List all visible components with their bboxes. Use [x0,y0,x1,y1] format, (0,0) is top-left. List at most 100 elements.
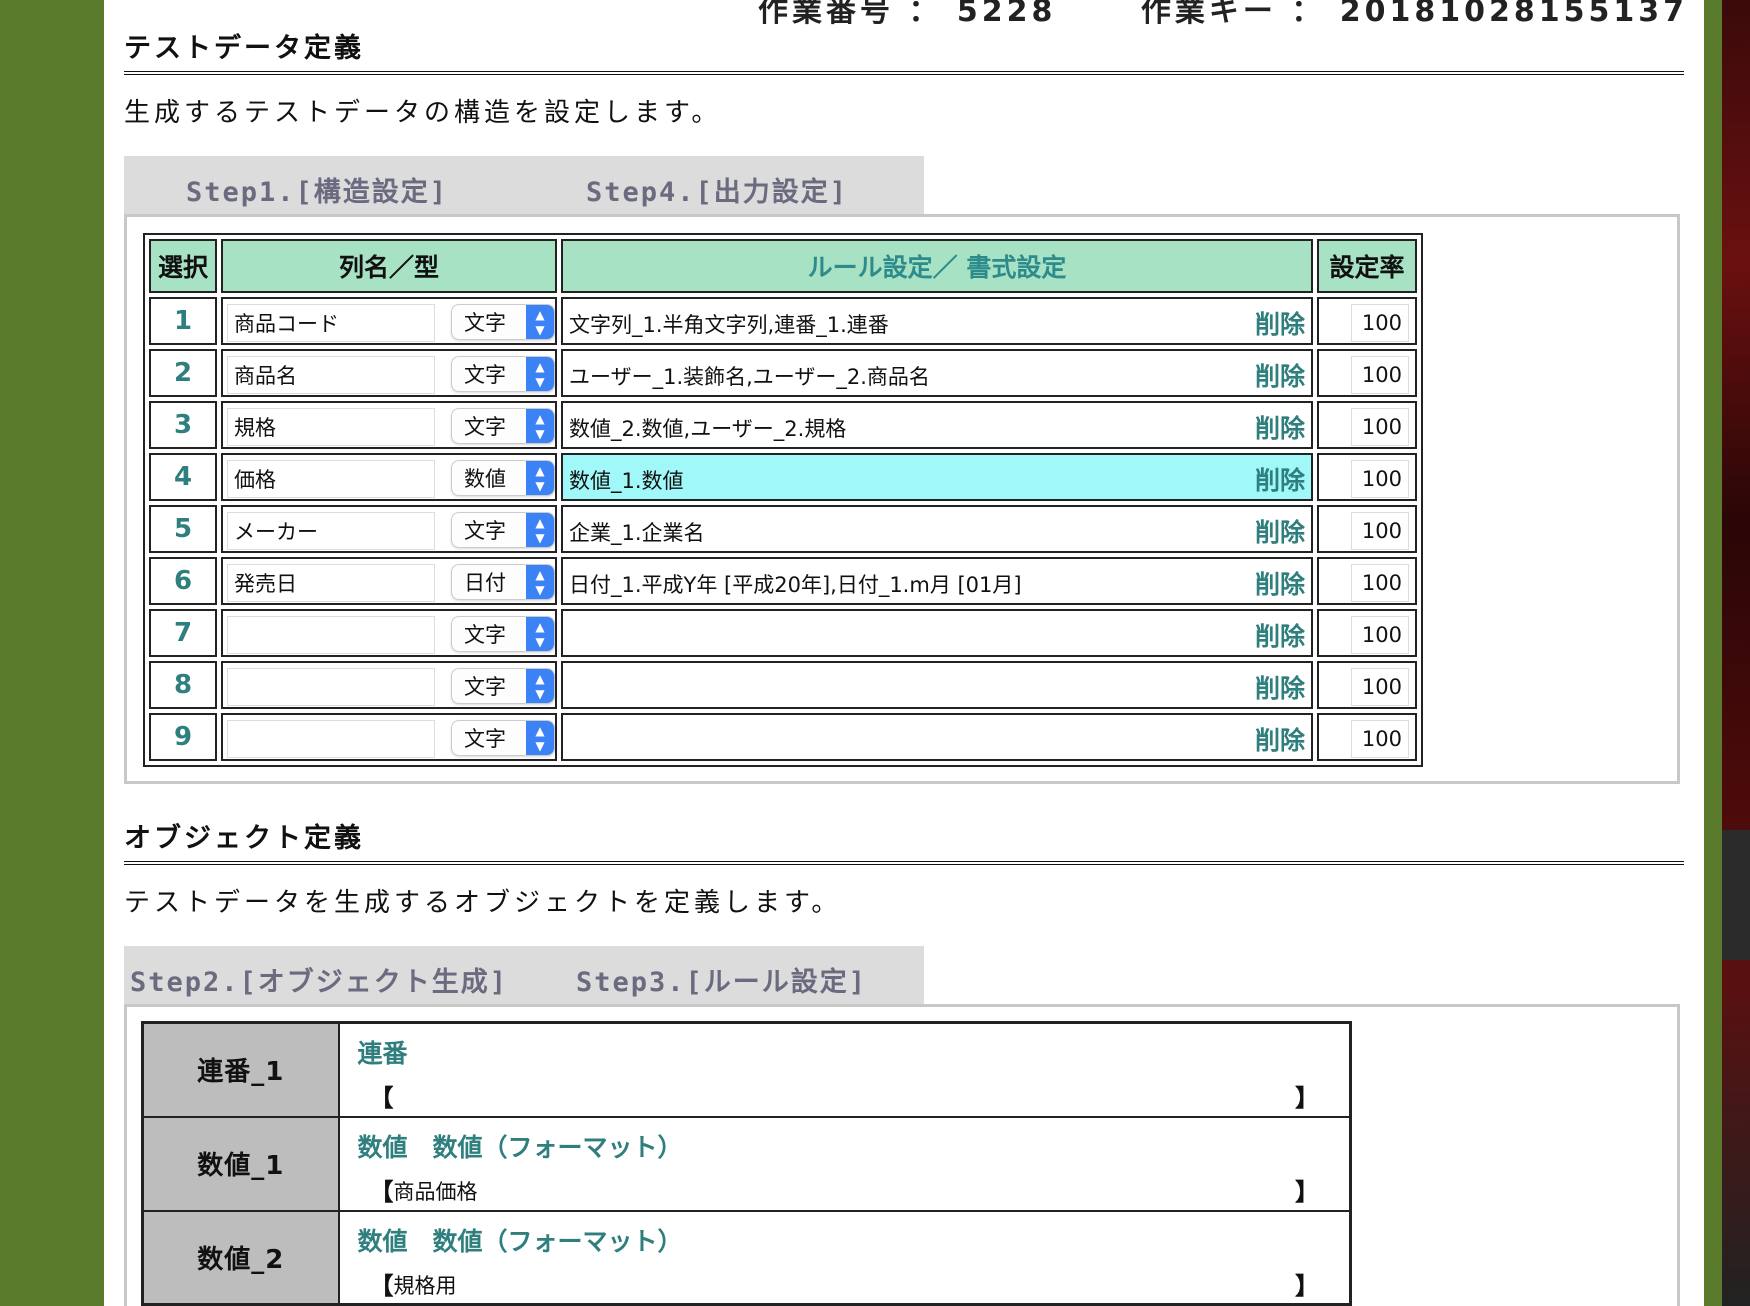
objects-section-description: テストデータを生成するオブジェクトを定義します。 [124,888,842,918]
row-rule-cell[interactable]: 削除 [561,661,1313,709]
column-type-select[interactable]: 数値 ▲ ▼ [451,460,555,496]
delete-button[interactable]: 削除 [1255,565,1305,601]
column-type-select[interactable]: 文字 ▲ ▼ [451,668,555,704]
row-rate-cell [1317,609,1417,657]
delete-button[interactable]: 削除 [1255,305,1305,341]
column-name-input[interactable] [227,616,435,654]
object-definition-cell: 連番 【 】 [337,1021,1352,1118]
row-name-type-cell: 文字 ▲▼ [221,349,557,397]
column-type-select[interactable]: 文字 ▲ ▼ [451,512,555,548]
bracket-open: 【 [369,1271,394,1300]
column-name-input[interactable] [227,720,435,758]
column-type-select[interactable]: 文字 ▲ ▼ [451,616,555,652]
tab-step1-structure[interactable]: Step1.[構造設定] [186,170,448,209]
delete-button[interactable]: 削除 [1255,721,1305,757]
column-type-select[interactable]: 文字 ▲ ▼ [451,408,555,444]
rate-input[interactable] [1351,668,1409,706]
rule-text: 日付_1.平成Y年 [平成20年],日付_1.m月 [01月] [569,573,1022,597]
column-name-input[interactable] [227,564,435,602]
object-row: 連番_1 連番 【 】 [141,1021,1352,1118]
column-type-value: 数値 [464,467,506,491]
object-name: 数値_2 [141,1209,340,1306]
row-name-type-cell: 文字 ▲▼ [221,609,557,657]
row-rule-cell[interactable]: 日付_1.平成Y年 [平成20年],日付_1.m月 [01月] 削除 [561,557,1313,605]
row-number[interactable]: 8 [149,661,217,709]
row-number[interactable]: 4 [149,453,217,501]
row-rule-cell[interactable]: 企業_1.企業名 削除 [561,505,1313,553]
rate-input[interactable] [1351,356,1409,394]
row-rule-cell[interactable]: 文字列_1.半角文字列,連番_1.連番 削除 [561,297,1313,345]
table-row: 1 文字 ▲▼ 文字列_1.半角文字列,連番_1.連番 削除 [149,297,1417,345]
row-rate-cell [1317,661,1417,709]
objects-panel: 連番_1 連番 【 】 数値_1 数値 数値（フォーマット） 【 商品価格 】 … [124,1004,1680,1306]
tab-step4-output[interactable]: Step4.[出力設定] [586,170,848,209]
row-rule-cell[interactable]: 数値_1.数値 削除 [561,453,1313,501]
object-definition-cell: 数値 数値（フォーマット） 【 規格用 】 [337,1209,1352,1306]
column-header-rule: ルール設定／ 書式設定 [561,239,1313,293]
table-row: 5 文字 ▲▼ 企業_1.企業名 削除 [149,505,1417,553]
row-rule-cell[interactable]: 数値_2.数値,ユーザー_2.規格 削除 [561,401,1313,449]
tab-step2-object-create[interactable]: Step2.[オブジェクト生成] [130,960,508,999]
object-type-link[interactable]: 数値 数値（フォーマット） [358,1128,683,1164]
column-type-select[interactable]: 文字 ▲ ▼ [451,356,555,392]
row-rule-cell[interactable]: ユーザー_1.装飾名,ユーザー_2.商品名 削除 [561,349,1313,397]
object-type-link[interactable]: 数値 数値（フォーマット） [358,1222,683,1258]
column-name-input[interactable] [227,356,435,394]
rate-input[interactable] [1351,512,1409,550]
column-header-rate: 設定率 [1317,239,1417,293]
job-key: 作業キー ： 20181028155137 [1140,0,1688,29]
chevron-updown-icon: ▲ ▼ [526,513,554,547]
row-name-type-cell: 文字 ▲▼ [221,713,557,761]
column-type-select[interactable]: 文字 ▲ ▼ [451,720,555,756]
column-type-select[interactable]: 文字 ▲ ▼ [451,304,555,340]
row-rate-cell [1317,557,1417,605]
chevron-updown-icon: ▲ ▼ [526,669,554,703]
chevron-updown-icon: ▲ ▼ [526,721,554,755]
row-number[interactable]: 9 [149,713,217,761]
delete-button[interactable]: 削除 [1255,357,1305,393]
rate-input[interactable] [1351,304,1409,342]
row-number[interactable]: 6 [149,557,217,605]
row-number[interactable]: 5 [149,505,217,553]
column-type-value: 日付 [464,571,506,595]
object-type-link[interactable]: 連番 [358,1034,408,1070]
rate-input[interactable] [1351,460,1409,498]
tab-step3-rule-settings[interactable]: Step3.[ルール設定] [576,960,867,999]
column-type-value: 文字 [464,519,506,543]
column-name-input[interactable] [227,460,435,498]
row-number[interactable]: 2 [149,349,217,397]
delete-button[interactable]: 削除 [1255,669,1305,705]
delete-button[interactable]: 削除 [1255,409,1305,445]
delete-button[interactable]: 削除 [1255,461,1305,497]
column-name-input[interactable] [227,512,435,550]
table-header-row: 選択 列名／型 ルール設定／ 書式設定 設定率 [149,239,1417,293]
column-name-input[interactable] [227,408,435,446]
row-rate-cell [1317,401,1417,449]
row-number[interactable]: 3 [149,401,217,449]
column-type-select[interactable]: 日付 ▲ ▼ [451,564,555,600]
chevron-updown-icon: ▲ ▼ [526,617,554,651]
delete-button[interactable]: 削除 [1255,617,1305,653]
row-name-type-cell: 文字 ▲▼ [221,297,557,345]
column-type-value: 文字 [464,363,506,387]
row-rate-cell [1317,349,1417,397]
table-row: 6 日付 ▲▼ 日付_1.平成Y年 [平成20年],日付_1.m月 [01月] … [149,557,1417,605]
row-rule-cell[interactable]: 削除 [561,609,1313,657]
object-row: 数値_2 数値 数値（フォーマット） 【 規格用 】 [141,1209,1352,1306]
row-number[interactable]: 7 [149,609,217,657]
rate-input[interactable] [1351,408,1409,446]
column-name-input[interactable] [227,304,435,342]
objects-table: 連番_1 連番 【 】 数値_1 数値 数値（フォーマット） 【 商品価格 】 … [141,1021,1352,1306]
object-description: 商品価格 [393,1179,478,1204]
rate-input[interactable] [1351,564,1409,602]
rate-input[interactable] [1351,616,1409,654]
row-number[interactable]: 1 [149,297,217,345]
column-name-input[interactable] [227,668,435,706]
decorative-background-strip [1722,0,1750,1306]
bracket-close: 】 [1295,1177,1319,1206]
rate-input[interactable] [1351,720,1409,758]
row-rule-cell[interactable]: 削除 [561,713,1313,761]
delete-button[interactable]: 削除 [1255,513,1305,549]
rule-text: 数値_1.数値 [569,469,684,493]
objects-section-title: オブジェクト定義 [124,816,1684,865]
